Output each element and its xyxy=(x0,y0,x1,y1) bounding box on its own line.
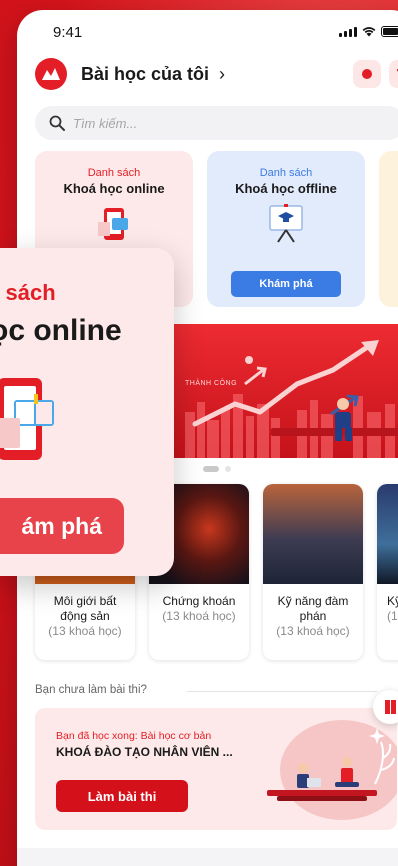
take-exam-button[interactable]: Làm bài thi xyxy=(56,780,188,812)
topic-card-negotiation[interactable]: Kỹ năng đàm phán (13 khoá học) xyxy=(263,484,363,660)
status-time: 9:41 xyxy=(53,24,83,41)
presentation-board-icon xyxy=(269,204,303,243)
online-card-sub: Danh sách xyxy=(87,167,141,179)
trophy-button[interactable] xyxy=(389,60,398,88)
header: Bài học của tôi › xyxy=(35,56,398,92)
pagination-dot[interactable] xyxy=(225,466,231,472)
record-button[interactable] xyxy=(353,60,381,88)
topic-count: (13 khoá học) xyxy=(162,609,236,623)
study-illustration xyxy=(267,720,397,820)
battery-icon xyxy=(381,26,398,37)
bottom-bar xyxy=(17,848,398,866)
topic-count: (1 xyxy=(387,609,398,623)
exam-course-title: KHOÁ ĐÀO TẠO NHÂN VIÊN ... xyxy=(56,745,233,759)
banner-slogan: THÀNH CÔNG xyxy=(185,380,238,387)
search-bar[interactable] xyxy=(35,106,398,140)
topic-card-partial[interactable]: Kỹ (1 xyxy=(377,484,398,660)
zoomed-online-course-card[interactable]: n sách ọc online ám phá xyxy=(0,248,174,576)
topic-name: Chứng khoán xyxy=(162,594,236,608)
system-icons xyxy=(339,26,398,37)
online-card-title: Khoá học online xyxy=(63,181,165,196)
topic-name: Kỹ xyxy=(387,594,398,608)
offline-card-title: Khoá học offline xyxy=(235,181,337,196)
book-icon xyxy=(385,700,396,714)
third-course-card[interactable] xyxy=(379,151,398,307)
divider xyxy=(187,691,377,692)
search-input[interactable] xyxy=(73,115,353,131)
wifi-icon xyxy=(362,27,376,37)
chevron-right-icon[interactable]: › xyxy=(219,64,225,85)
phone-course-icon xyxy=(98,208,128,240)
banner-pagination xyxy=(203,466,231,472)
exam-section-label: Bạn chưa làm bài thi? xyxy=(35,684,147,696)
search-icon xyxy=(49,115,65,131)
topic-count: (13 khoá học) xyxy=(276,624,350,638)
exam-done-text: Bạn đã học xong: Bài học cơ bản xyxy=(56,730,212,742)
topic-name: Kỹ năng đàm phán xyxy=(277,594,349,623)
topic-image xyxy=(377,484,398,584)
page-title[interactable]: Bài học của tôi xyxy=(81,64,209,85)
signal-icon xyxy=(339,27,357,37)
topic-name: Môi giới bất động sản xyxy=(53,594,117,623)
topic-image xyxy=(263,484,363,584)
phone-course-icon xyxy=(0,378,54,460)
offline-card-sub: Danh sách xyxy=(259,167,313,179)
overlay-card-title: ọc online xyxy=(0,314,122,347)
overlay-explore-button[interactable]: ám phá xyxy=(0,498,124,554)
pagination-dot-active[interactable] xyxy=(203,466,219,472)
brand-logo-icon xyxy=(35,58,67,90)
status-bar: 9:41 xyxy=(17,10,398,54)
offline-course-card[interactable]: Danh sách Khoá học offline Khám phá xyxy=(207,151,365,307)
exam-card[interactable]: Bạn đã học xong: Bài học cơ bản KHOÁ ĐÀO… xyxy=(35,708,397,830)
topic-count: (13 khoá học) xyxy=(48,624,122,638)
floating-book-button[interactable] xyxy=(373,690,398,724)
record-icon xyxy=(362,69,372,79)
explore-offline-button[interactable]: Khám phá xyxy=(231,271,341,297)
overlay-card-sub: n sách xyxy=(0,280,56,305)
